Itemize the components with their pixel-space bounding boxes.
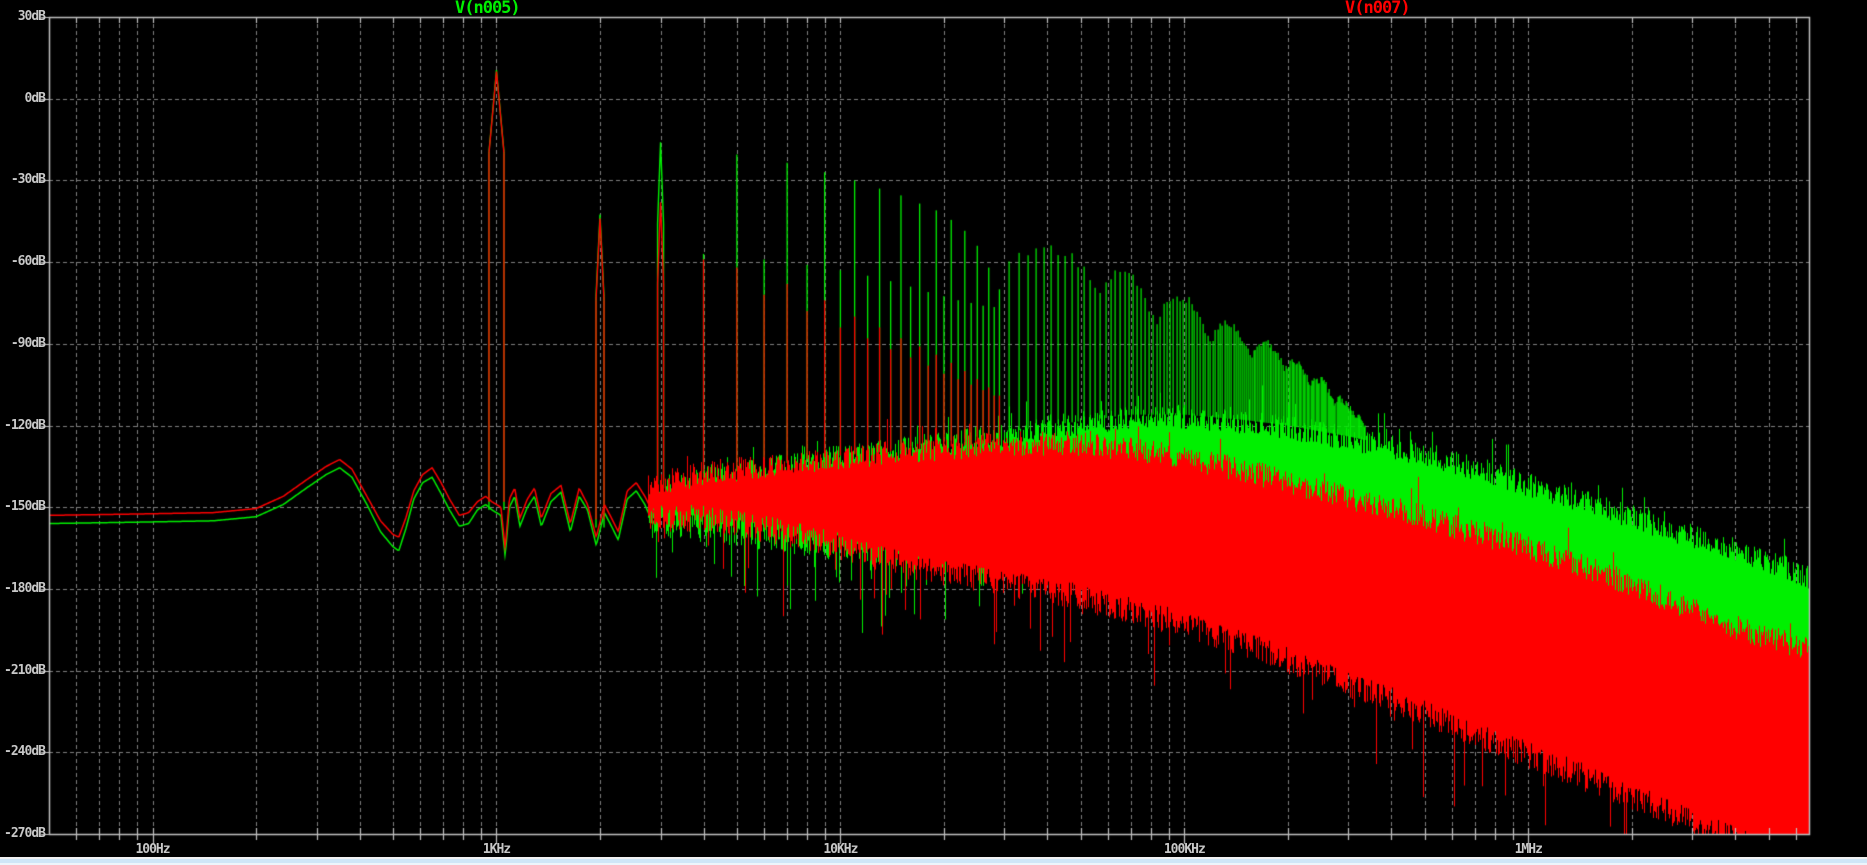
- fft-plot-canvas: [0, 0, 1867, 858]
- y-axis-label: -210dB: [4, 662, 46, 678]
- waveform-viewer-window: V(n005) V(n007) 30dB 0dB -30dB -60dB -90dB -1…: [0, 0, 1867, 865]
- x-axis-label: 10KHz: [823, 842, 858, 857]
- x-axis-label: 100KHz: [1163, 842, 1206, 857]
- x-axis-label: 1KHz: [482, 842, 511, 857]
- y-axis-label: -30dB: [10, 172, 46, 188]
- y-axis-label: 0dB: [24, 90, 46, 106]
- y-axis-label: -180dB: [4, 580, 46, 596]
- y-axis-label: -120dB: [4, 417, 46, 433]
- x-axis-label: 100Hz: [135, 842, 170, 857]
- legend-label-vn007[interactable]: V(n007): [1345, 0, 1411, 17]
- y-axis-label: -240dB: [4, 744, 46, 760]
- y-axis-label: -270dB: [4, 826, 46, 841]
- y-axis-label: -150dB: [4, 499, 46, 515]
- x-axis-label: 1MHz: [1514, 842, 1543, 857]
- y-axis-label: -60dB: [10, 254, 46, 270]
- y-axis-label: 30dB: [17, 9, 46, 24]
- y-axis-label: -90dB: [10, 335, 46, 351]
- legend-label-vn005[interactable]: V(n005): [455, 0, 521, 17]
